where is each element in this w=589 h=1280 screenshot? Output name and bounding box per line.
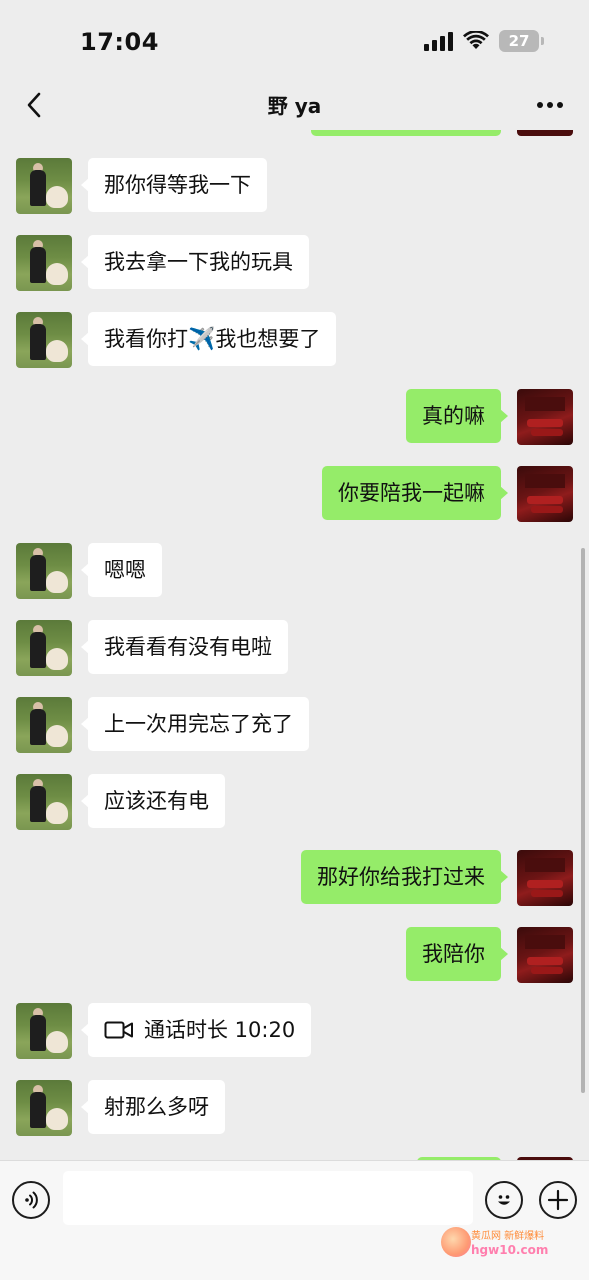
contact-avatar[interactable] (16, 1080, 72, 1136)
contact-avatar[interactable] (16, 774, 72, 830)
chat-title: 野 ya (267, 94, 322, 118)
received-message-bubble[interactable]: 应该还有电 (81, 774, 225, 828)
my-avatar[interactable] (517, 850, 573, 906)
wifi-icon (463, 31, 489, 49)
more-button[interactable] (533, 88, 567, 122)
my-avatar[interactable] (517, 389, 573, 445)
message-input[interactable] (63, 1171, 473, 1225)
battery-level: 27 (508, 32, 530, 50)
received-message-bubble[interactable]: 我去拿一下我的玩具 (81, 235, 309, 289)
contact-avatar[interactable] (16, 697, 72, 753)
message-row: 真的嘛 (0, 389, 589, 445)
voice-icon (25, 1191, 38, 1209)
message-row: 应该还有电 (0, 774, 589, 830)
message-row: 上一次用完忘了充了 (0, 697, 589, 753)
received-message-bubble[interactable]: 射那么多呀 (81, 1080, 225, 1134)
voice-button[interactable] (12, 1181, 50, 1219)
contact-avatar[interactable] (16, 543, 72, 599)
sent-message-bubble[interactable]: 你要陪我一起嘛 (322, 466, 508, 520)
battery-icon: 27 (499, 30, 544, 52)
my-avatar[interactable] (517, 466, 573, 522)
status-time: 17:04 (80, 28, 159, 56)
contact-avatar[interactable] (16, 312, 72, 368)
received-message-bubble[interactable]: 嗯嗯 (81, 543, 162, 597)
contact-avatar[interactable] (16, 1003, 72, 1059)
status-bar: 17:04 27 (0, 0, 589, 80)
contact-avatar[interactable] (16, 158, 72, 214)
plus-icon (547, 1189, 569, 1211)
partial-avatar (517, 130, 573, 136)
my-avatar[interactable] (517, 927, 573, 983)
airplane-emoji: ✈️ (188, 327, 216, 352)
contact-avatar[interactable] (16, 235, 72, 291)
message-row: 我看你打✈️我也想要了 (0, 312, 589, 368)
emoji-button[interactable] (485, 1181, 523, 1219)
message-row: 嗯嗯 (0, 543, 589, 599)
scrollbar[interactable] (581, 548, 585, 1093)
watermark-tagline: 黄瓜网 新鲜爆料 (471, 1231, 545, 1242)
received-message-bubble[interactable]: 上一次用完忘了充了 (81, 697, 309, 751)
sent-message-bubble[interactable]: 我陪你 (406, 927, 508, 981)
video-camera-icon (104, 1021, 133, 1039)
emoji-icon (498, 1195, 510, 1205)
signal-icon (424, 31, 453, 51)
more-functions-button[interactable] (539, 1181, 577, 1219)
sent-message-bubble[interactable]: 真的嘛 (406, 389, 508, 443)
status-icons: 27 (424, 30, 544, 52)
message-row: 射那么多呀 (0, 1080, 589, 1136)
message-row: 我陪你 (0, 927, 589, 983)
message-list[interactable]: 那你得等我一下 我去拿一下我的玩具 我看你打✈️我也想要了 真的嘛 你要陪我一起… (0, 130, 589, 1160)
received-message-bubble[interactable]: 我看你打✈️我也想要了 (80, 312, 337, 366)
contact-avatar[interactable] (16, 620, 72, 676)
received-message-bubble[interactable]: 那你得等我一下 (81, 158, 267, 212)
watermark-logo-icon (441, 1227, 471, 1257)
watermark-url: hgw10.com (471, 1243, 549, 1257)
video-call-record-bubble[interactable]: 通话时长 10:20 (80, 1003, 312, 1057)
message-row: 你要陪我一起嘛 (0, 466, 589, 522)
received-message-bubble[interactable]: 我看看有没有电啦 (81, 620, 288, 674)
message-row: 那你得等我一下 (0, 158, 589, 214)
sent-message-bubble[interactable]: 那好你给我打过来 (301, 850, 508, 904)
partial-sent-bubble (311, 130, 501, 136)
more-dots-icon (537, 102, 563, 108)
message-row: 那好你给我打过来 (0, 850, 589, 906)
message-row: 我去拿一下我的玩具 (0, 235, 589, 291)
chat-header: 野 ya (0, 80, 589, 130)
message-row: 通话时长 10:20 (0, 1003, 589, 1059)
message-row: 我看看有没有电啦 (0, 620, 589, 676)
message-text: 我看你打 (104, 327, 188, 351)
watermark: 黄瓜网 新鲜爆料 hgw10.com (441, 1225, 571, 1265)
message-text: 我也想要了 (215, 327, 321, 351)
call-duration-text: 通话时长 10:20 (144, 1018, 296, 1042)
